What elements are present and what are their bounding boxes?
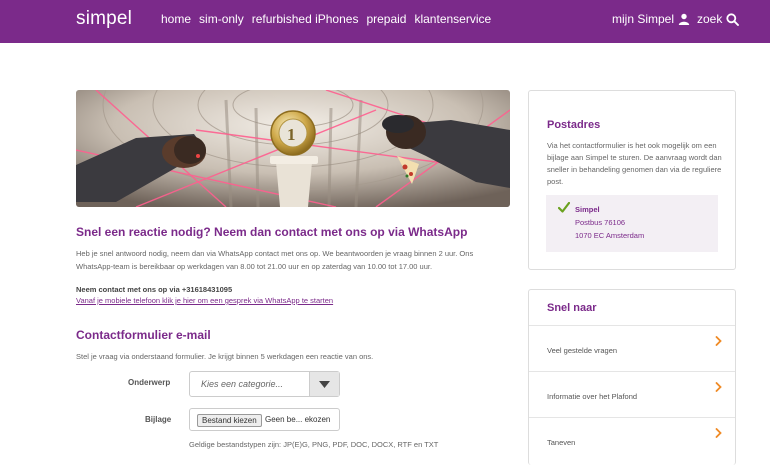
address-name: Simpel: [575, 205, 600, 214]
check-icon: [558, 202, 570, 213]
whatsapp-heading: Snel een reactie nodig? Neem dan contact…: [76, 225, 468, 239]
hero-image: 1: [76, 90, 510, 207]
snel-item-taneven[interactable]: Taneven: [529, 417, 735, 463]
nav-home[interactable]: home: [161, 12, 191, 26]
snel-item-plafond[interactable]: Informatie over het Plafond: [529, 371, 735, 417]
snel-item-label: Taneven: [547, 438, 576, 447]
snel-naar-card: Snel naar Veel gestelde vragen Informati…: [528, 289, 736, 465]
chevron-right-icon: [715, 428, 722, 438]
whatsapp-start-link[interactable]: Vanaf je mobiele telefoon klik je hier o…: [76, 296, 333, 305]
subject-select-toggle[interactable]: [309, 372, 339, 396]
contact-form-intro: Stel je vraag via onderstaand formulier.…: [76, 352, 374, 361]
user-icon: [678, 13, 690, 25]
contact-form-heading: Contactformulier e-mail: [76, 328, 211, 342]
subject-select-value: Kies een categorie...: [201, 379, 284, 389]
choose-file-button[interactable]: Bestand kiezen: [197, 414, 262, 427]
chevron-right-icon: [715, 336, 722, 346]
snel-item-label: Veel gestelde vragen: [547, 346, 618, 355]
search-label: zoek: [697, 12, 723, 26]
simpel-logo[interactable]: simpel: [76, 8, 132, 30]
nav-klantenservice[interactable]: klantenservice: [414, 12, 491, 26]
chevron-right-icon: [715, 382, 722, 392]
postadres-text: Via het contactformulier is het ook moge…: [547, 141, 722, 186]
account-label: mijn Simpel: [612, 12, 675, 26]
subject-select[interactable]: Kies een categorie...: [189, 371, 340, 397]
snel-item-faq[interactable]: Veel gestelde vragen: [529, 325, 735, 371]
whatsapp-contact: Neem contact met ons op via +31618431095: [76, 285, 233, 294]
address-line-2: 1070 EC Amsterdam: [575, 231, 645, 240]
whatsapp-intro: Heb je snel antwoord nodig, neem dan via…: [76, 249, 474, 271]
account-link[interactable]: mijn Simpel: [612, 12, 690, 26]
address-line-1: Postbus 76106: [575, 218, 626, 227]
nav-sim-only[interactable]: sim-only: [199, 12, 244, 26]
caret-down-icon: [319, 381, 330, 388]
nav-refurbished-iphones[interactable]: refurbished iPhones: [252, 12, 359, 26]
postadres-title: Postadres: [547, 119, 601, 131]
search-icon: [726, 12, 740, 26]
search-link[interactable]: zoek: [697, 12, 740, 26]
snel-naar-title: Snel naar: [547, 302, 597, 314]
valid-file-types: Geldige bestandstypen zijn: JP(E)G, PNG,…: [189, 440, 439, 449]
file-status-text: Geen be... ekozen: [265, 415, 331, 424]
address-box: Simpel Postbus 76106 1070 EC Amsterdam: [546, 195, 718, 252]
attachment-file-input[interactable]: Bestand kiezen Geen be... ekozen: [189, 408, 340, 431]
nav-prepaid[interactable]: prepaid: [366, 12, 406, 26]
postadres-card: Postadres Via het contactformulier is he…: [528, 90, 736, 270]
attachment-label: Bijlage: [145, 415, 172, 424]
subject-label: Onderwerp: [128, 378, 171, 387]
top-navigation-bar: simpel home sim-only refurbished iPhones…: [0, 0, 770, 43]
main-nav: home sim-only refurbished iPhones prepai…: [161, 12, 491, 26]
svg-text:1: 1: [287, 125, 296, 144]
snel-item-label: Informatie over het Plafond: [547, 392, 638, 401]
